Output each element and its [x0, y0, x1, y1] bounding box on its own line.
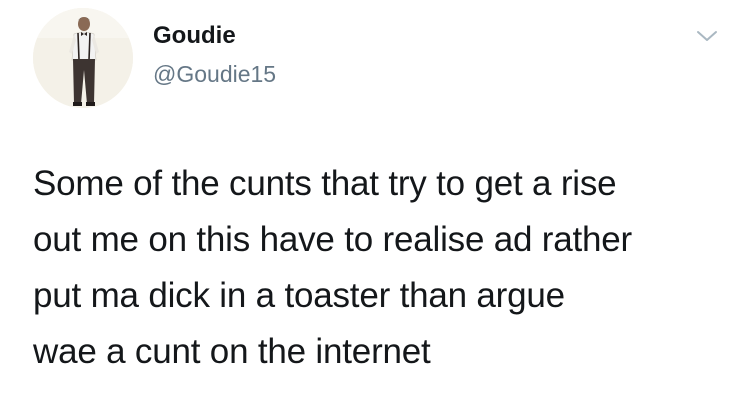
tweet-menu-button[interactable] [695, 28, 719, 44]
tweet-body: Some of the cunts that try to get a rise… [33, 156, 733, 380]
author-display-name[interactable]: Goudie [153, 22, 236, 50]
tweet-text-line: put ma dick in a toaster than argue [33, 276, 565, 315]
tweet-card: Goudie @Goudie15 Some of the cunts that … [0, 0, 750, 411]
tweet-text-line: Some of the cunts that try to get a rise [33, 164, 617, 203]
tweet-text-line: out me on this have to realise ad rather [33, 220, 633, 259]
author-handle[interactable]: @Goudie15 [153, 60, 276, 88]
chevron-down-icon [697, 31, 717, 41]
tweet-text-line: wae a cunt on the internet [33, 332, 431, 371]
author-avatar[interactable] [33, 8, 133, 108]
profile-photo-person-icon [33, 8, 133, 108]
